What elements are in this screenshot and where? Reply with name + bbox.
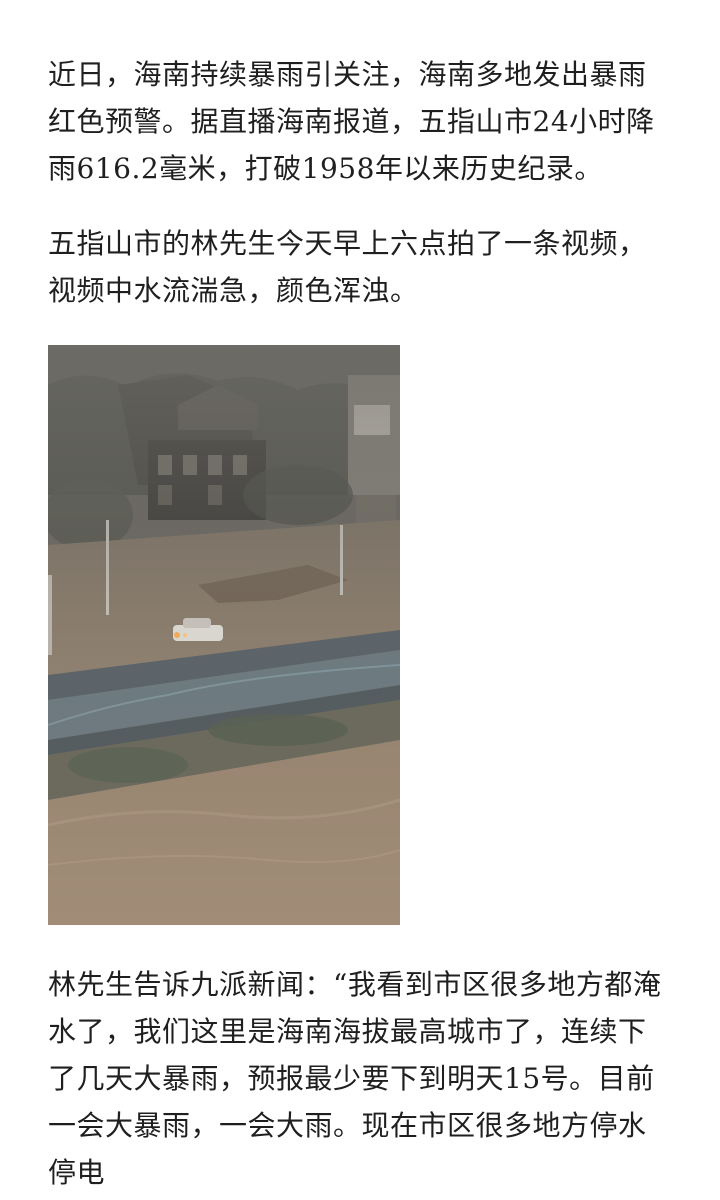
article-paragraph: 近日，海南持续暴雨引关注，海南多地发出暴雨红色预警。据直播海南报道，五指山市24… xyxy=(48,58,655,185)
article-body: 近日，海南持续暴雨引关注，海南多地发出暴雨红色预警。据直播海南报道，五指山市24… xyxy=(0,0,720,1200)
article-paragraph: 林先生告诉九派新闻：“我看到市区很多地方都淹水了，我们这里是海南海拔最高城市了，… xyxy=(48,968,662,1189)
article-paragraph: 五指山市的林先生今天早上六点拍了一条视频，视频中水流湍急，颜色浑浊。 xyxy=(48,227,647,307)
flood-video-still[interactable] xyxy=(48,345,400,925)
flood-scene-image xyxy=(48,345,400,925)
